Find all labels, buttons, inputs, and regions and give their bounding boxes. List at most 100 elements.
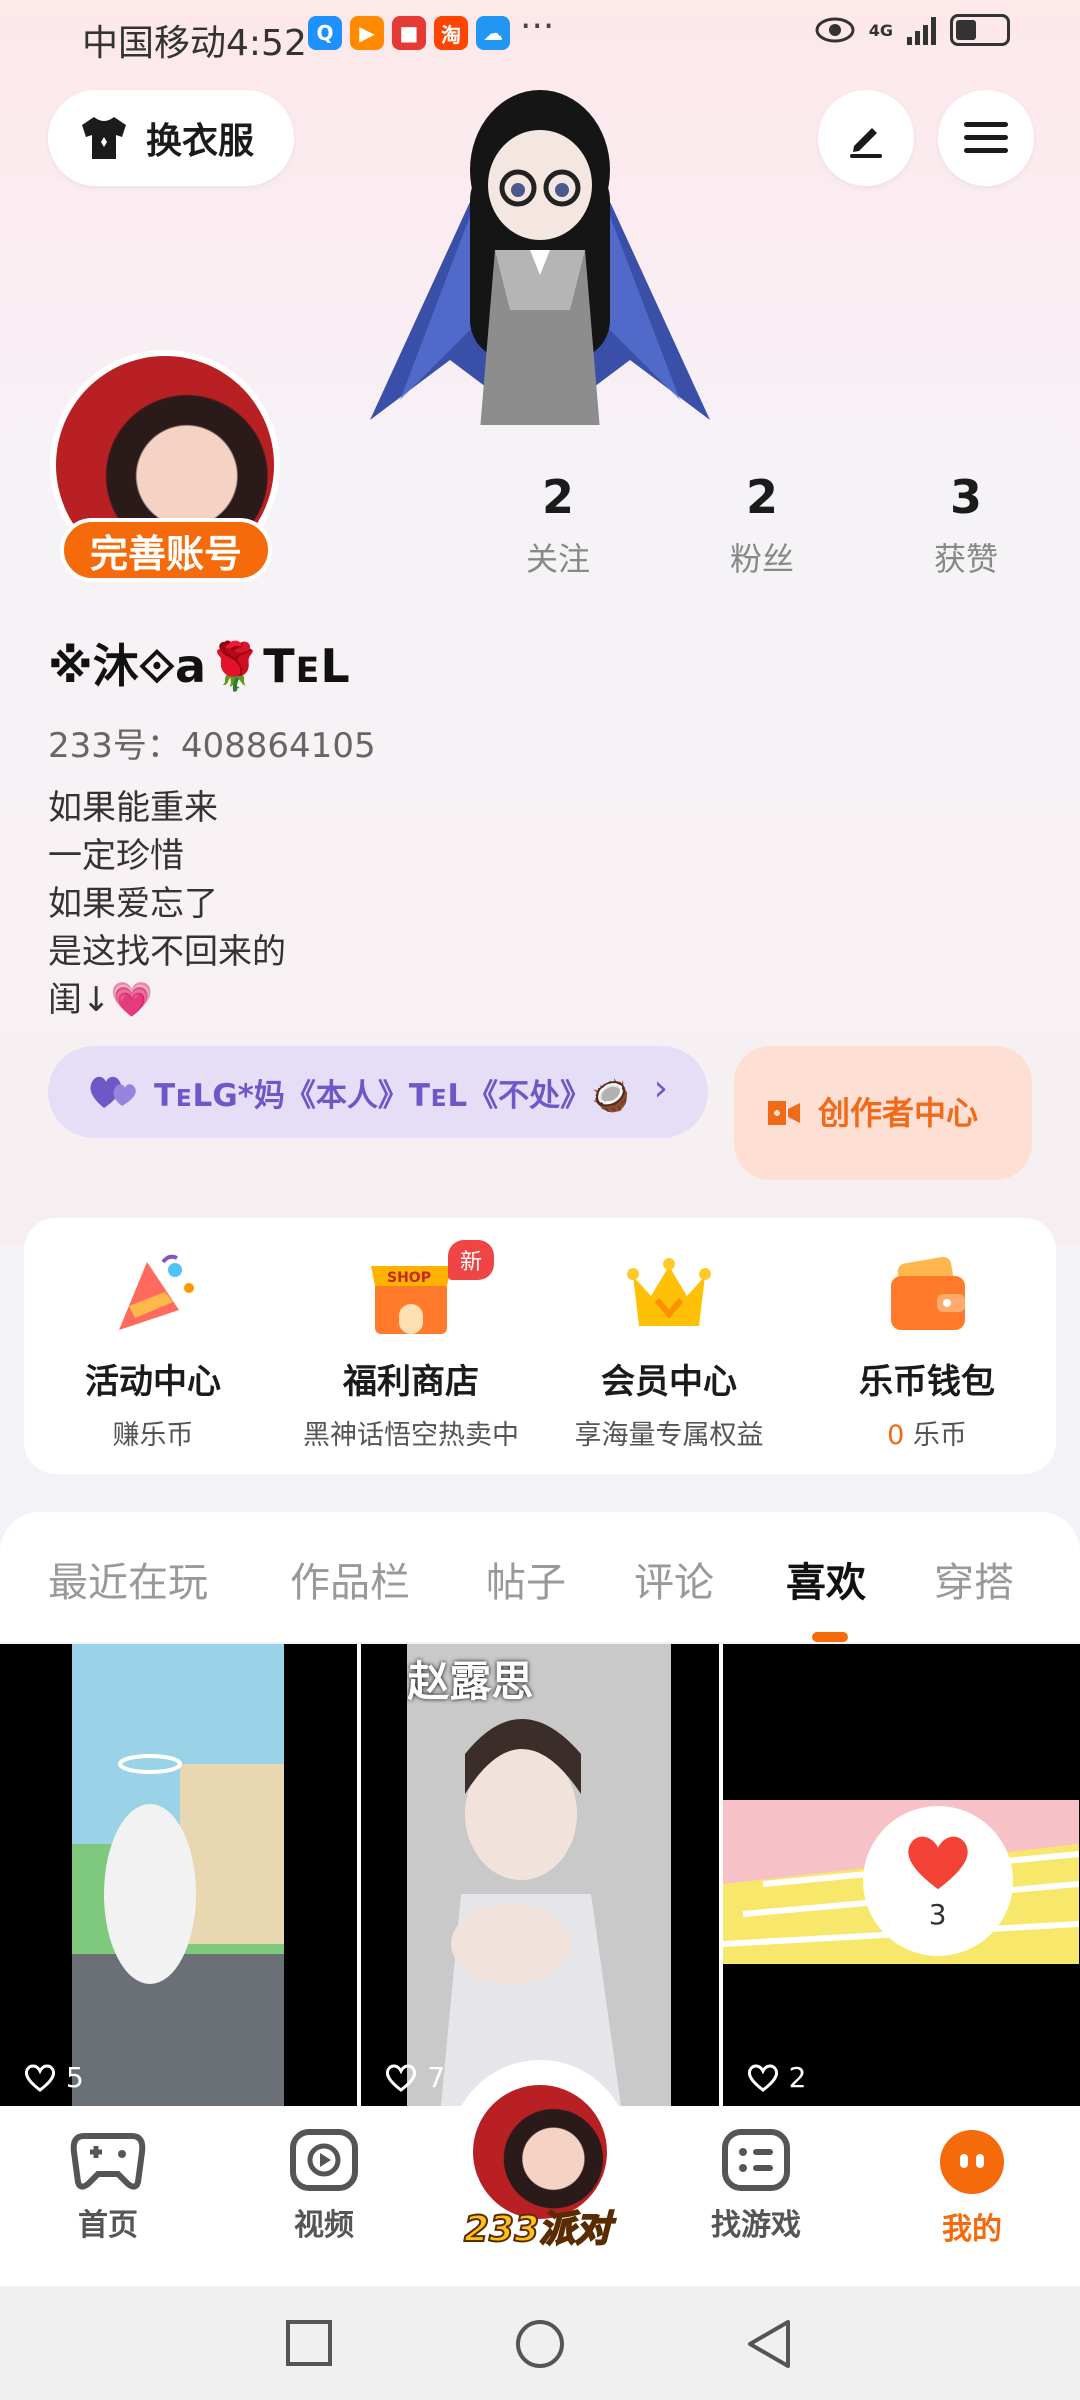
- battery-icon: [950, 14, 1010, 46]
- gamepad-icon: [70, 2133, 146, 2190]
- hamburger-menu-icon: [964, 122, 1008, 153]
- game-list-icon: [722, 2129, 790, 2191]
- bio: 如果能重来 一定珍惜 如果爱忘了 是这找不回来的 闺↓💗: [48, 784, 286, 1024]
- profile-face-icon: [940, 2130, 1004, 2194]
- bio-line: 闺↓💗: [48, 980, 153, 1020]
- heart-outline-icon: [747, 2064, 778, 2092]
- menu-button[interactable]: [938, 90, 1034, 186]
- new-badge: 新: [448, 1240, 495, 1280]
- following-stat[interactable]: 2 关注: [478, 470, 638, 580]
- nav-label: 我的: [942, 2212, 1002, 2247]
- change-outfit-button[interactable]: 换衣服: [48, 90, 294, 186]
- bio-line: 如果爱忘了: [48, 884, 218, 924]
- service-title: 活动中心: [85, 1362, 221, 1402]
- back-button[interactable]: [744, 2318, 794, 2370]
- double-heart-icon: [90, 1076, 136, 1108]
- active-tab-indicator: [812, 1632, 848, 1642]
- grid-item[interactable]: 5: [0, 1644, 358, 2106]
- service-member-center[interactable]: 会员中心 享海量专属权益: [540, 1218, 798, 1474]
- like-count-value: 2: [788, 2061, 807, 2094]
- video-play-icon: [290, 2129, 358, 2191]
- eye-icon: [815, 17, 855, 43]
- tab-comments[interactable]: 评论: [634, 1550, 714, 1608]
- tab-recently-played[interactable]: 最近在玩: [48, 1550, 208, 1608]
- grid-item[interactable]: 3 2: [722, 1644, 1080, 2106]
- tab-posts[interactable]: 帖子: [486, 1550, 566, 1608]
- edit-profile-button[interactable]: [818, 90, 914, 186]
- network-type: 4G: [868, 20, 893, 40]
- nav-video[interactable]: 视频: [244, 2128, 404, 2244]
- service-subtitle: 黑神话悟空热卖中: [303, 1420, 519, 1451]
- tab-works[interactable]: 作品栏: [290, 1550, 410, 1608]
- user-id[interactable]: 233号：408864105: [48, 718, 376, 767]
- wallet-icon: [891, 1256, 965, 1330]
- username: ※沐⟐a🌹TᴇL: [48, 639, 350, 693]
- bio-line: 是这找不回来的: [48, 932, 286, 972]
- service-title: 会员中心: [601, 1362, 737, 1402]
- recent-apps-button[interactable]: [284, 2318, 334, 2368]
- coin-balance: 0: [887, 1420, 905, 1451]
- thumbnail-image: [72, 1644, 284, 2106]
- chevron-right-icon: ›: [653, 1068, 668, 1109]
- heart-outline-icon: [24, 2064, 56, 2092]
- heart-filled-icon: [907, 1836, 968, 1889]
- like-count-value: 5: [66, 2061, 84, 2094]
- shop-icon: SHOP: [371, 1266, 451, 1334]
- likes-stat[interactable]: 3 获赞: [886, 470, 1046, 580]
- change-outfit-label: 换衣服: [146, 121, 255, 162]
- edit-pen-icon: [850, 128, 882, 158]
- following-count: 2: [541, 470, 574, 524]
- nav-label: 视频: [294, 2208, 354, 2243]
- service-subtitle: 享海量专属权益: [574, 1420, 764, 1451]
- status-indicators: 4G: [815, 14, 1010, 46]
- service-activity-center[interactable]: 活动中心 赚乐币: [24, 1218, 282, 1474]
- service-subtitle: 赚乐币: [112, 1420, 194, 1451]
- grid-item[interactable]: 赵露思 7: [361, 1644, 719, 2106]
- like-bubble[interactable]: 3: [862, 1806, 1013, 1956]
- crown-icon: [627, 1258, 711, 1326]
- signal-icon: [907, 15, 936, 45]
- service-welfare-shop[interactable]: SHOP 新 福利商店 黑神话悟空热卖中: [282, 1218, 540, 1474]
- following-label: 关注: [525, 540, 590, 578]
- taobao-app-icon: 淘: [434, 16, 468, 50]
- services-card: 活动中心 赚乐币 SHOP 新 福利商店 黑神话悟空热卖中 会员中心 享海量专属…: [24, 1218, 1056, 1474]
- nav-label: 找游戏: [711, 2208, 801, 2243]
- wallet-balance: 0 乐币: [887, 1413, 967, 1452]
- nav-mine[interactable]: 我的: [892, 2128, 1052, 2248]
- thumbnail-image: [407, 1644, 672, 2106]
- bio-line: 如果能重来: [48, 788, 218, 828]
- party-label[interactable]: 233派对: [463, 2200, 612, 2252]
- creator-icon: [768, 1101, 800, 1125]
- creator-center-button[interactable]: 创作者中心: [734, 1046, 1032, 1180]
- followers-stat[interactable]: 2 粉丝: [682, 470, 842, 580]
- creator-center-label: 创作者中心: [818, 1094, 979, 1132]
- followers-count: 2: [745, 470, 778, 524]
- carrier-time: 中国移动4:52: [82, 23, 307, 64]
- service-coin-wallet[interactable]: 乐币钱包 0 乐币: [798, 1218, 1056, 1474]
- like-count: 2: [747, 2061, 807, 2094]
- tshirt-icon: [82, 117, 126, 159]
- likes-count: 3: [949, 470, 982, 524]
- book-app-icon: ■: [392, 16, 426, 50]
- nav-find-games[interactable]: 找游戏: [676, 2128, 836, 2244]
- nav-label: 首页: [78, 2208, 138, 2243]
- relationship-pill[interactable]: TᴇLG*妈《本人》TᴇL《不处》🥥 ›: [48, 1046, 708, 1138]
- avatar-figure[interactable]: [330, 60, 750, 430]
- like-count-value: 7: [427, 2061, 446, 2094]
- coin-unit: 乐币: [912, 1420, 967, 1451]
- search-app-icon: Q: [308, 16, 342, 50]
- likes-label: 获赞: [933, 540, 998, 578]
- like-count: 5: [24, 2061, 84, 2094]
- nav-home[interactable]: 首页: [28, 2128, 188, 2244]
- video-caption: 赵露思: [407, 1657, 534, 1706]
- liked-grid: 5 赵露思 7 3 2: [0, 1644, 1080, 2106]
- tab-outfits[interactable]: 穿搭: [934, 1550, 1014, 1608]
- weather-app-icon: ☁: [476, 16, 510, 50]
- bio-line: 一定珍惜: [48, 836, 184, 876]
- more-notifications-icon: ···: [520, 6, 555, 47]
- complete-account-button[interactable]: 完善账号: [60, 518, 272, 582]
- home-button[interactable]: [514, 2318, 566, 2370]
- tab-likes[interactable]: 喜欢: [786, 1550, 866, 1608]
- video-app-icon: ▶: [350, 16, 384, 50]
- relationship-text: TᴇLG*妈《本人》TᴇL《不处》🥥: [154, 1077, 630, 1114]
